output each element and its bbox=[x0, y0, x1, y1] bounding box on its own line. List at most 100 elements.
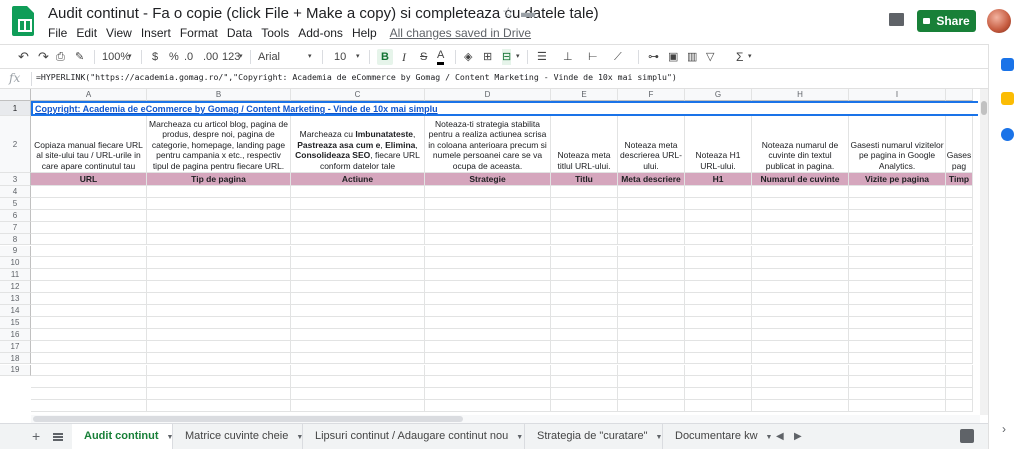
empty-cell[interactable] bbox=[685, 388, 752, 401]
borders-icon[interactable]: ⊞ bbox=[483, 49, 492, 65]
description-cell[interactable]: Noteaza numarul de cuvinte din textul pu… bbox=[752, 116, 849, 173]
row-header-7[interactable]: 7 bbox=[0, 221, 31, 234]
empty-cell[interactable] bbox=[291, 281, 425, 294]
column-header-h[interactable]: H bbox=[752, 89, 849, 101]
row-header-12[interactable]: 12 bbox=[0, 281, 31, 294]
empty-cell[interactable] bbox=[946, 305, 973, 317]
empty-cell[interactable] bbox=[685, 257, 752, 270]
row-header-3[interactable]: 3 bbox=[0, 173, 31, 186]
empty-cell[interactable] bbox=[946, 316, 973, 329]
column-title-cell[interactable]: Numarul de cuvinte bbox=[752, 173, 849, 186]
empty-cell[interactable] bbox=[551, 257, 618, 270]
empty-cell[interactable] bbox=[147, 316, 291, 329]
strikethrough-button[interactable]: S bbox=[420, 49, 427, 65]
empty-cell[interactable] bbox=[618, 233, 685, 246]
empty-cell[interactable] bbox=[147, 305, 291, 317]
empty-cell[interactable] bbox=[551, 281, 618, 294]
column-title-cell[interactable]: Strategie bbox=[425, 173, 551, 186]
undo-icon[interactable]: ↶ bbox=[18, 49, 29, 65]
menu-addons[interactable]: Add-ons bbox=[298, 26, 343, 40]
empty-cell[interactable] bbox=[291, 269, 425, 282]
empty-cell[interactable] bbox=[147, 376, 291, 389]
empty-cell[interactable] bbox=[618, 305, 685, 317]
empty-cell[interactable] bbox=[291, 233, 425, 246]
empty-cell[interactable] bbox=[752, 340, 849, 353]
empty-cell[interactable] bbox=[752, 293, 849, 305]
empty-cell[interactable] bbox=[551, 340, 618, 353]
empty-cell[interactable] bbox=[946, 257, 973, 270]
row-header-14[interactable]: 14 bbox=[0, 305, 31, 317]
vertical-align-icon[interactable]: ⊥ bbox=[563, 49, 573, 65]
cell-c2[interactable]: Marcheaza cu Imbunatateste, Pastreaza as… bbox=[291, 116, 425, 173]
row-header-6[interactable]: 6 bbox=[0, 209, 31, 222]
empty-cell[interactable] bbox=[752, 245, 849, 258]
empty-cell[interactable] bbox=[31, 209, 147, 222]
empty-cell[interactable] bbox=[685, 209, 752, 222]
empty-cell[interactable] bbox=[685, 221, 752, 234]
empty-cell[interactable] bbox=[849, 316, 946, 329]
empty-cell[interactable] bbox=[618, 400, 685, 413]
formula-input[interactable]: =HYPERLINK("https://academia.gomag.ro/",… bbox=[36, 72, 677, 82]
empty-cell[interactable] bbox=[291, 221, 425, 234]
column-title-cell[interactable]: Titlu bbox=[551, 173, 618, 186]
empty-cell[interactable] bbox=[291, 340, 425, 353]
empty-cell[interactable] bbox=[618, 221, 685, 234]
empty-cell[interactable] bbox=[147, 328, 291, 341]
empty-cell[interactable] bbox=[752, 400, 849, 413]
empty-cell[interactable] bbox=[31, 316, 147, 329]
empty-cell[interactable] bbox=[425, 233, 551, 246]
column-title-cell[interactable]: Timp bbox=[946, 173, 973, 186]
text-color-button[interactable]: A bbox=[437, 49, 445, 65]
empty-cell[interactable] bbox=[551, 388, 618, 401]
empty-cell[interactable] bbox=[685, 293, 752, 305]
empty-cell[interactable] bbox=[425, 186, 551, 198]
column-title-cell[interactable]: Vizite pe pagina bbox=[849, 173, 946, 186]
empty-cell[interactable] bbox=[618, 245, 685, 258]
empty-cell[interactable] bbox=[425, 221, 551, 234]
description-cell[interactable]: Copiaza manual fiecare URL al site-ului … bbox=[31, 116, 147, 173]
empty-cell[interactable] bbox=[291, 257, 425, 270]
empty-cell[interactable] bbox=[425, 257, 551, 270]
keep-icon[interactable] bbox=[1001, 92, 1014, 105]
empty-cell[interactable] bbox=[291, 293, 425, 305]
scroll-tabs-left-icon[interactable]: ◀ bbox=[776, 424, 784, 449]
empty-cell[interactable] bbox=[685, 281, 752, 294]
empty-cell[interactable] bbox=[551, 245, 618, 258]
empty-cell[interactable] bbox=[147, 245, 291, 258]
sheet-tab-matrice[interactable]: Matrice cuvinte cheie ▼ bbox=[173, 424, 303, 449]
column-title-cell[interactable]: URL bbox=[31, 173, 147, 186]
empty-cell[interactable] bbox=[31, 245, 147, 258]
row-header-5[interactable]: 5 bbox=[0, 197, 31, 210]
sheet-tab-lipsuri[interactable]: Lipsuri continut / Adaugare continut nou… bbox=[303, 424, 525, 449]
menu-edit[interactable]: Edit bbox=[76, 26, 97, 40]
scroll-thumb[interactable] bbox=[981, 101, 987, 115]
sheet-tab-documentare[interactable]: Documentare kw ▼ bbox=[663, 424, 772, 449]
empty-cell[interactable] bbox=[849, 186, 946, 198]
empty-cell[interactable] bbox=[946, 221, 973, 234]
empty-cell[interactable] bbox=[425, 269, 551, 282]
description-cell[interactable]: Noteaza H1 URL-ului. bbox=[685, 116, 752, 173]
column-header-c[interactable]: C bbox=[291, 89, 425, 101]
empty-cell[interactable] bbox=[618, 316, 685, 329]
zoom-select[interactable]: 100% bbox=[102, 49, 130, 65]
empty-cell[interactable] bbox=[147, 340, 291, 353]
empty-cell[interactable] bbox=[31, 221, 147, 234]
empty-cell[interactable] bbox=[752, 388, 849, 401]
empty-cell[interactable] bbox=[685, 328, 752, 341]
empty-cell[interactable] bbox=[291, 328, 425, 341]
empty-cell[interactable] bbox=[946, 197, 973, 210]
empty-cell[interactable] bbox=[849, 293, 946, 305]
empty-cell[interactable] bbox=[849, 364, 946, 377]
column-header-f[interactable]: F bbox=[618, 89, 685, 101]
empty-cell[interactable] bbox=[752, 209, 849, 222]
empty-cell[interactable] bbox=[752, 316, 849, 329]
folder-icon[interactable]: ▬ bbox=[521, 4, 535, 20]
menu-format[interactable]: Format bbox=[180, 26, 218, 40]
scroll-thumb[interactable] bbox=[33, 416, 463, 422]
empty-cell[interactable] bbox=[147, 269, 291, 282]
empty-cell[interactable] bbox=[849, 388, 946, 401]
empty-cell[interactable] bbox=[31, 293, 147, 305]
comments-icon[interactable] bbox=[889, 13, 904, 26]
empty-cell[interactable] bbox=[685, 186, 752, 198]
redo-icon[interactable]: ↷ bbox=[38, 49, 49, 65]
